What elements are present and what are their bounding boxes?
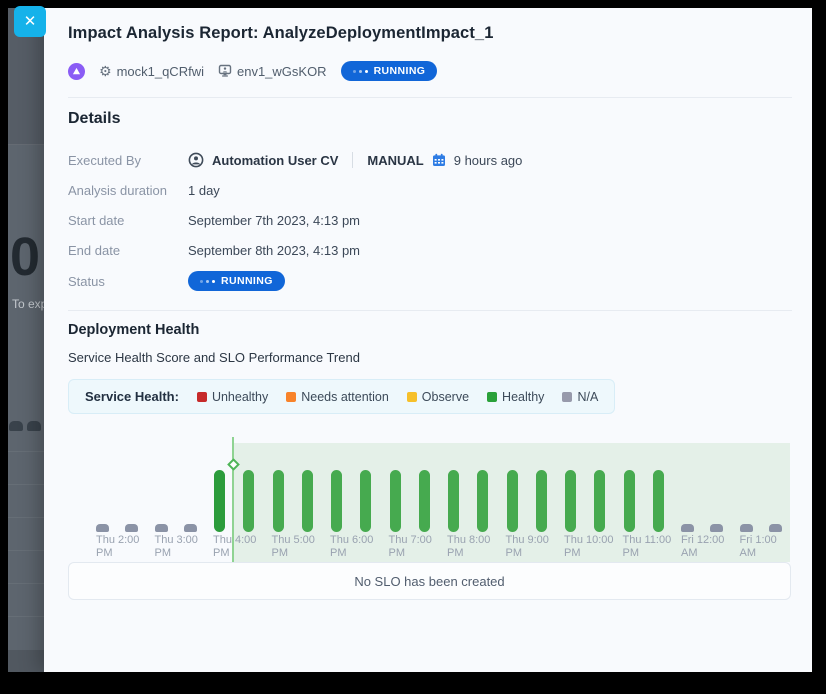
x-axis-tick-label: Thu 5:00PM [272,534,334,560]
detail-row-status: Status RUNNING [68,270,792,292]
slo-empty-box: No SLO has been created [68,562,791,600]
health-bar[interactable] [507,470,518,532]
background-mini-bar [27,421,41,431]
service-chip: ⚙ mock1_qCRfwi [99,64,204,79]
health-bar[interactable] [740,524,753,532]
health-chart: Thu 2:00PMThu 3:00PMThu 4:00PMThu 5:00PM… [88,418,790,562]
executed-time-ago: 9 hours ago [454,153,523,168]
health-bar[interactable] [331,470,342,532]
health-bar[interactable] [155,524,168,532]
health-bar[interactable] [448,470,459,532]
legend-title: Service Health: [85,389,179,404]
details-heading: Details [68,110,120,128]
deployment-health-heading: Deployment Health [68,322,199,338]
health-bar[interactable] [477,470,488,532]
health-bar[interactable] [681,524,694,532]
health-bar[interactable] [302,470,313,532]
health-bar[interactable] [184,524,197,532]
health-bar[interactable] [214,470,225,532]
service-health-legend: Service Health: Unhealthy Needs attention… [68,379,615,414]
health-bar[interactable] [769,524,782,532]
environment-chip: env1_wGsKOR [218,64,327,79]
health-bar[interactable] [360,470,371,532]
legend-item: Observe [407,390,469,404]
x-axis-tick-label: Thu 9:00PM [506,534,568,560]
health-bar[interactable] [653,470,664,532]
slo-empty-message: No SLO has been created [354,574,504,589]
service-name: mock1_qCRfwi [117,64,204,79]
divider [68,310,792,311]
calendar-icon [432,153,446,167]
legend-item: Unhealthy [197,390,268,404]
background-big-number: 0 [10,230,40,284]
running-dots-icon [200,280,215,283]
duration-value: 1 day [188,183,220,198]
x-axis-tick-label: Thu 6:00PM [330,534,392,560]
legend-item: Needs attention [286,390,389,404]
executed-by-user: Automation User CV [212,153,338,168]
impact-analysis-modal: Impact Analysis Report: AnalyzeDeploymen… [44,8,812,672]
health-bar[interactable] [536,470,547,532]
running-dots-icon [353,70,368,73]
detail-row-executed-by: Executed By Automation User CV MANUAL [68,149,792,171]
health-bar[interactable] [624,470,635,532]
health-bar[interactable] [243,470,254,532]
detail-row-end-date: End date September 8th 2023, 4:13 pm [68,239,792,261]
divider [68,97,792,98]
end-date-value: September 8th 2023, 4:13 pm [188,243,360,258]
legend-item: N/A [562,390,598,404]
detail-row-start-date: Start date September 7th 2023, 4:13 pm [68,209,792,231]
environment-icon [218,64,232,78]
impact-analysis-icon [68,63,85,80]
x-axis-tick-label: Thu 4:00PM [213,534,275,560]
modal-title: Impact Analysis Report: AnalyzeDeploymen… [68,24,493,43]
bars [88,448,790,532]
vertical-divider [352,152,353,168]
deployment-marker-line [232,437,234,562]
health-bar[interactable] [710,524,723,532]
legend-swatch-icon [197,392,207,402]
detail-row-duration: Analysis duration 1 day [68,179,792,201]
chart-subtitle: Service Health Score and SLO Performance… [68,350,360,365]
gear-icon: ⚙ [99,64,112,78]
x-axis-tick-label: Thu 3:00PM [155,534,217,560]
environment-name: env1_wGsKOR [237,64,327,79]
health-bar[interactable] [273,470,284,532]
trigger-type: MANUAL [367,153,423,168]
user-icon [188,152,204,168]
x-axis-tick-label: Fri 12:00AM [681,534,743,560]
legend-item: Healthy [487,390,544,404]
legend-swatch-icon [407,392,417,402]
close-button[interactable]: ✕ [14,6,46,37]
screenshot-frame: 0 To expa ✕ Impact Analysis Report: Anal… [0,0,826,694]
legend-swatch-icon [286,392,296,402]
background-mini-bar [9,421,23,431]
health-bar[interactable] [390,470,401,532]
x-axis-tick-label: Thu 8:00PM [447,534,509,560]
start-date-value: September 7th 2023, 4:13 pm [188,213,360,228]
x-axis-tick-label: Thu 7:00PM [389,534,451,560]
legend-items: Unhealthy Needs attention Observe Healthy N/… [197,390,598,404]
health-bar[interactable] [125,524,138,532]
x-axis-tick-label: Thu 11:00PM [623,534,685,560]
x-axis-tick-label: Fri 1:00AM [740,534,802,560]
legend-swatch-icon [562,392,572,402]
meta-row: ⚙ mock1_qCRfwi env1_wGsKOR RUNNING [68,60,437,82]
x-axis-labels: Thu 2:00PMThu 3:00PMThu 4:00PMThu 5:00PM… [88,534,790,562]
x-axis-tick-label: Thu 2:00PM [96,534,158,560]
health-bar[interactable] [419,470,430,532]
status-badge: RUNNING [341,61,438,82]
health-bar[interactable] [594,470,605,532]
health-bar[interactable] [96,524,109,532]
status-badge: RUNNING [188,271,285,292]
health-bar[interactable] [565,470,576,532]
x-axis-tick-label: Thu 10:00PM [564,534,626,560]
legend-swatch-icon [487,392,497,402]
